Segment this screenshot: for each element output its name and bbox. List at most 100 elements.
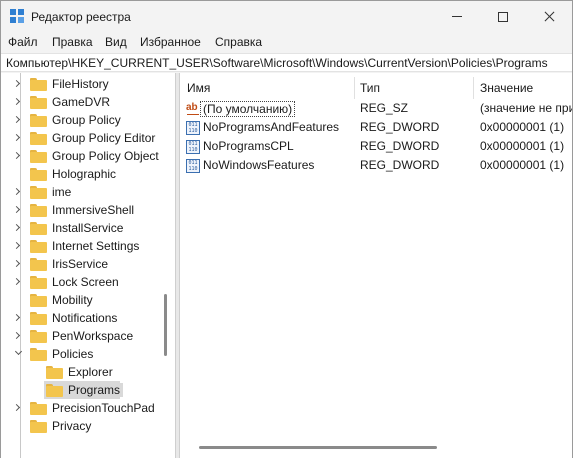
- value-name: NoWindowsFeatures: [203, 158, 315, 172]
- tree-item-label: Programs: [65, 383, 124, 397]
- minimize-icon: [452, 16, 462, 17]
- value-type: REG_SZ: [360, 101, 409, 115]
- menu-edit[interactable]: Правка: [52, 35, 93, 49]
- tree-item[interactable]: Explorer: [1, 363, 175, 381]
- value-data: 0x00000001 (1): [480, 158, 565, 172]
- registry-editor-icon: [10, 9, 24, 23]
- close-button[interactable]: [526, 1, 572, 32]
- chevron-right-icon[interactable]: [12, 133, 21, 142]
- chevron-down-icon[interactable]: [14, 347, 23, 356]
- dword-value-icon: 011 110: [186, 159, 200, 173]
- chevron-right-icon[interactable]: [12, 79, 21, 88]
- address-path[interactable]: Компьютер\HKEY_CURRENT_USER\Software\Mic…: [6, 56, 548, 70]
- tree-item-label: PenWorkspace: [52, 329, 134, 343]
- chevron-right-icon[interactable]: [12, 403, 21, 412]
- chevron-right-icon[interactable]: [12, 259, 21, 268]
- list-scroll-thumb[interactable]: [199, 446, 437, 449]
- chevron-right-icon[interactable]: [12, 331, 21, 340]
- tree-scroll-thumb[interactable]: [164, 294, 167, 356]
- tree-item-label: Notifications: [52, 311, 118, 325]
- tree-item[interactable]: InstallService: [1, 219, 175, 237]
- dword-value-icon: 011 110: [186, 140, 200, 154]
- tree-item-label: ImmersiveShell: [52, 203, 135, 217]
- menu-favorites[interactable]: Избранное: [140, 35, 201, 49]
- value-name: NoProgramsAndFeatures: [203, 120, 340, 134]
- tree-item[interactable]: Programs: [1, 381, 175, 399]
- address-bar[interactable]: Компьютер\HKEY_CURRENT_USER\Software\Mic…: [1, 53, 572, 72]
- dword-value-icon: 011 110: [186, 121, 200, 135]
- value-row[interactable]: 011 110 NoProgramsCPL REG_DWORD 0x00000001 …: [180, 137, 572, 156]
- folder-icon: [30, 420, 47, 433]
- chevron-right-icon[interactable]: [12, 151, 21, 160]
- folder-icon: [30, 114, 47, 127]
- tree-item[interactable]: GameDVR: [1, 93, 175, 111]
- menu-view[interactable]: Вид: [105, 35, 127, 49]
- tree-item[interactable]: Group Policy Editor: [1, 129, 175, 147]
- chevron-right-icon[interactable]: [12, 115, 21, 124]
- folder-icon: [30, 204, 47, 217]
- tree-item[interactable]: Lock Screen: [1, 273, 175, 291]
- tree-item[interactable]: ImmersiveShell: [1, 201, 175, 219]
- value-row[interactable]: ab(По умолчанию) REG_SZ (значение не присв…: [180, 99, 572, 118]
- tree-item-label: Group Policy Editor: [52, 131, 156, 145]
- tree-item-label: Group Policy Object: [52, 149, 159, 163]
- tree-item[interactable]: Holographic: [1, 165, 175, 183]
- values-list-pane[interactable]: Имя Тип Значение ab (По умолчанию) REG_SZ(…: [180, 73, 572, 458]
- registry-editor-window: Редактор реестра Файл Правка Вид Избранн…: [0, 0, 573, 458]
- tree-vertical-scrollbar[interactable]: [159, 73, 175, 458]
- folder-icon: [30, 312, 47, 325]
- maximize-icon: [498, 11, 508, 22]
- value-row[interactable]: 011 110 NoWindowsFeatures REG_DWORD 0x00000…: [180, 156, 572, 175]
- tree-item[interactable]: Mobility: [1, 291, 175, 309]
- tree-item[interactable]: Notifications: [1, 309, 175, 327]
- chevron-right-icon[interactable]: [12, 223, 21, 232]
- minimize-button[interactable]: [434, 1, 480, 32]
- tree-item-label: InstallService: [52, 221, 124, 235]
- tree-item[interactable]: Group Policy Object: [1, 147, 175, 165]
- string-value-icon: ab: [186, 102, 200, 116]
- value-row[interactable]: 011 110 NoProgramsAndFeatures REG_DWORD 0x0…: [180, 118, 572, 137]
- chevron-right-icon[interactable]: [12, 187, 21, 196]
- value-name: (По умолчанию): [200, 101, 296, 117]
- tree-item[interactable]: Group Policy: [1, 111, 175, 129]
- menu-bar: Файл Правка Вид Избранное Справка: [1, 32, 572, 52]
- tree-item-label: PrecisionTouchPad: [52, 401, 155, 415]
- menu-help[interactable]: Справка: [215, 35, 262, 49]
- value-type: REG_DWORD: [360, 139, 440, 153]
- tree-item[interactable]: Internet Settings: [1, 237, 175, 255]
- tree-item[interactable]: PrecisionTouchPad: [1, 399, 175, 417]
- tree-item[interactable]: PenWorkspace: [1, 327, 175, 345]
- folder-icon: [30, 96, 47, 109]
- key-tree-pane[interactable]: FileHistory GameDVR Group Policy Group Poli…: [1, 73, 175, 458]
- folder-icon: [30, 276, 47, 289]
- tree-item-label: IrisService: [52, 257, 109, 271]
- tree-item-label: Holographic: [52, 167, 117, 181]
- tree-item-label: Mobility: [52, 293, 93, 307]
- folder-icon: [30, 78, 47, 91]
- chevron-right-icon[interactable]: [12, 205, 21, 214]
- chevron-right-icon[interactable]: [12, 97, 21, 106]
- folder-icon: [30, 222, 47, 235]
- chevron-right-icon[interactable]: [12, 241, 21, 250]
- close-icon: [544, 11, 555, 22]
- tree-item[interactable]: FileHistory: [1, 75, 175, 93]
- tree-item-label: Privacy: [52, 419, 92, 433]
- title-bar[interactable]: Редактор реестра: [1, 1, 572, 32]
- folder-icon: [30, 132, 47, 145]
- tree-item-label: Group Policy: [52, 113, 121, 127]
- column-divider[interactable]: [354, 77, 355, 99]
- value-type: REG_DWORD: [360, 158, 440, 172]
- tree-item[interactable]: Policies: [1, 345, 175, 363]
- folder-icon: [30, 186, 47, 199]
- chevron-right-icon[interactable]: [12, 277, 21, 286]
- folder-icon: [30, 294, 47, 307]
- maximize-button[interactable]: [480, 1, 526, 32]
- column-divider[interactable]: [473, 77, 474, 99]
- tree-item[interactable]: IrisService: [1, 255, 175, 273]
- menu-file[interactable]: Файл: [8, 35, 38, 49]
- tree-item[interactable]: ime: [1, 183, 175, 201]
- value-data: 0x00000001 (1): [480, 139, 565, 153]
- chevron-right-icon[interactable]: [12, 313, 21, 322]
- tree-item[interactable]: Privacy: [1, 417, 175, 435]
- folder-icon: [30, 240, 47, 253]
